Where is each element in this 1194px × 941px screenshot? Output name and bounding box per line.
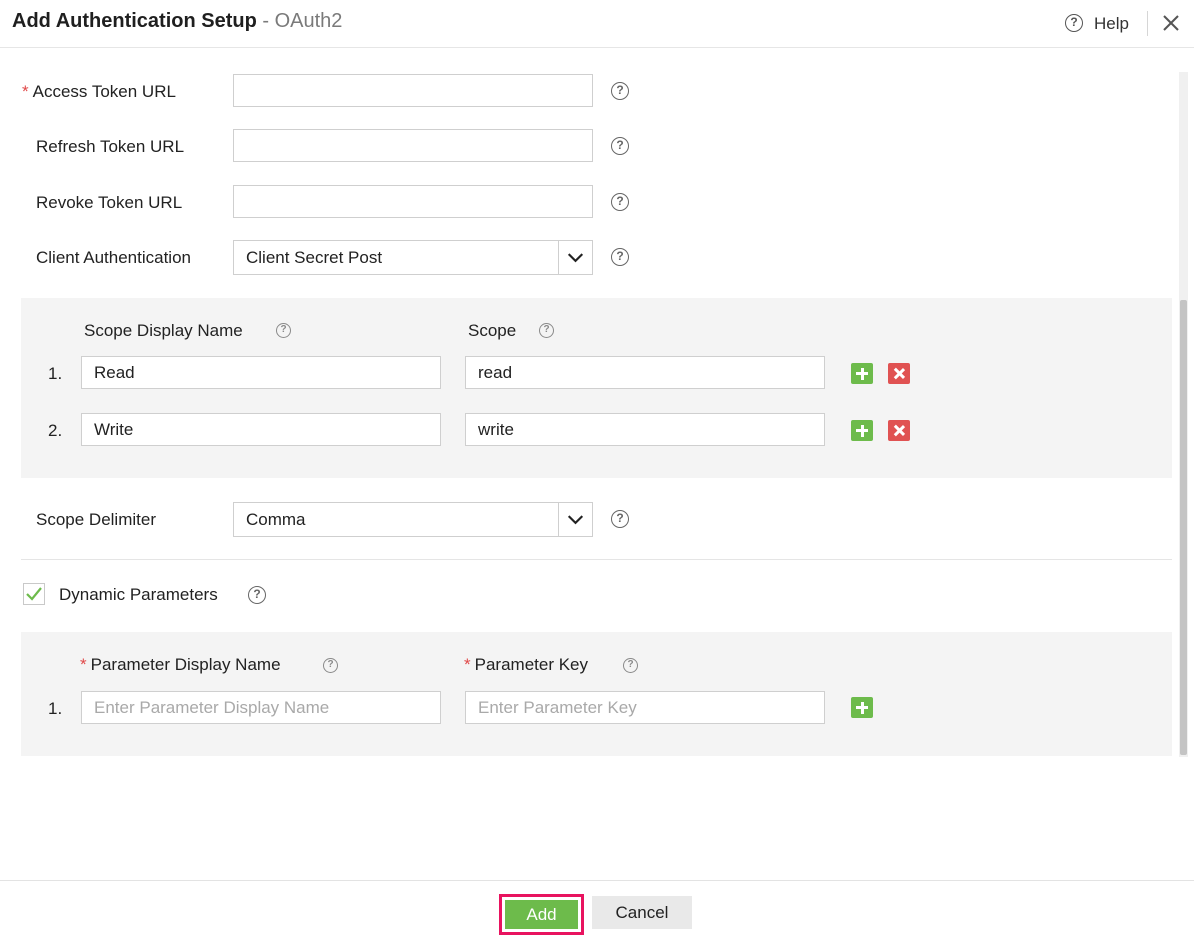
checkmark-icon — [26, 587, 42, 601]
cancel-button[interactable]: Cancel — [592, 896, 692, 929]
required-marker: * — [80, 655, 87, 674]
scope-display-name-input[interactable] — [81, 413, 441, 446]
refresh-token-url-label: Refresh Token URL — [36, 137, 185, 156]
dynamic-parameters-help-icon[interactable]: ? — [248, 586, 266, 604]
scope-help-icon[interactable]: ? — [539, 323, 554, 338]
dynamic-parameters-label: Dynamic Parameters — [59, 585, 218, 604]
title-separator: - — [256, 10, 275, 32]
scope-row-number: 2. — [48, 421, 63, 440]
client-authentication-value: Client Secret Post — [246, 248, 383, 267]
scope-input[interactable] — [465, 413, 825, 446]
client-authentication-select[interactable]: Client Secret Post — [233, 240, 593, 275]
close-icon[interactable] — [1160, 12, 1182, 34]
parameter-key-header: * Parameter Key — [464, 655, 589, 674]
title-subtitle: OAuth2 — [274, 10, 343, 32]
access-token-url-label: * Access Token URL — [22, 82, 176, 101]
client-authentication-label: Client Authentication — [36, 248, 191, 267]
access-token-url-help-icon[interactable]: ? — [611, 82, 629, 100]
scope-header: Scope — [468, 321, 517, 340]
add-button-highlight: Add — [499, 894, 584, 935]
remove-scope-row-button[interactable] — [888, 363, 910, 384]
required-marker: * — [22, 82, 29, 101]
scope-delimiter-label: Scope Delimiter — [36, 510, 156, 529]
parameter-key-input[interactable] — [465, 691, 825, 724]
chevron-down-icon[interactable] — [558, 503, 592, 536]
scope-input[interactable] — [465, 356, 825, 389]
help-icon[interactable]: ? — [1065, 14, 1083, 32]
revoke-token-url-help-icon[interactable]: ? — [611, 193, 629, 211]
chevron-down-icon[interactable] — [558, 241, 592, 274]
parameter-display-name-header: * Parameter Display Name — [80, 655, 281, 674]
scope-delimiter-select[interactable]: Comma — [233, 502, 593, 537]
parameter-key-help-icon[interactable]: ? — [623, 658, 638, 673]
remove-scope-row-button[interactable] — [888, 420, 910, 441]
header-divider — [1147, 11, 1148, 36]
required-marker: * — [464, 655, 471, 674]
access-token-url-input[interactable] — [233, 74, 593, 107]
revoke-token-url-input[interactable] — [233, 185, 593, 218]
scope-delimiter-value: Comma — [246, 510, 306, 529]
help-link[interactable]: Help — [1094, 14, 1129, 34]
add-scope-row-button[interactable] — [851, 363, 873, 384]
scope-delimiter-help-icon[interactable]: ? — [611, 510, 629, 528]
scope-row-number: 1. — [48, 364, 63, 383]
refresh-token-url-input[interactable] — [233, 129, 593, 162]
scrollbar-thumb[interactable] — [1180, 300, 1187, 755]
revoke-token-url-label: Revoke Token URL — [36, 193, 183, 212]
scope-display-name-input[interactable] — [81, 356, 441, 389]
dialog-title: Add Authentication Setup - OAuth2 — [12, 10, 342, 33]
add-button[interactable]: Add — [505, 900, 578, 929]
title-main: Add Authentication Setup — [12, 10, 257, 32]
scope-display-name-help-icon[interactable]: ? — [276, 323, 291, 338]
parameter-display-name-input[interactable] — [81, 691, 441, 724]
dynamic-parameters-checkbox[interactable] — [23, 583, 45, 605]
section-divider — [21, 559, 1172, 560]
scope-display-name-header: Scope Display Name — [84, 321, 243, 340]
add-parameter-row-button[interactable] — [851, 697, 873, 718]
add-scope-row-button[interactable] — [851, 420, 873, 441]
dialog-header: Add Authentication Setup - OAuth2 ? Help — [0, 0, 1194, 48]
refresh-token-url-help-icon[interactable]: ? — [611, 137, 629, 155]
parameter-display-name-help-icon[interactable]: ? — [323, 658, 338, 673]
client-authentication-help-icon[interactable]: ? — [611, 248, 629, 266]
parameter-row-number: 1. — [48, 699, 63, 718]
